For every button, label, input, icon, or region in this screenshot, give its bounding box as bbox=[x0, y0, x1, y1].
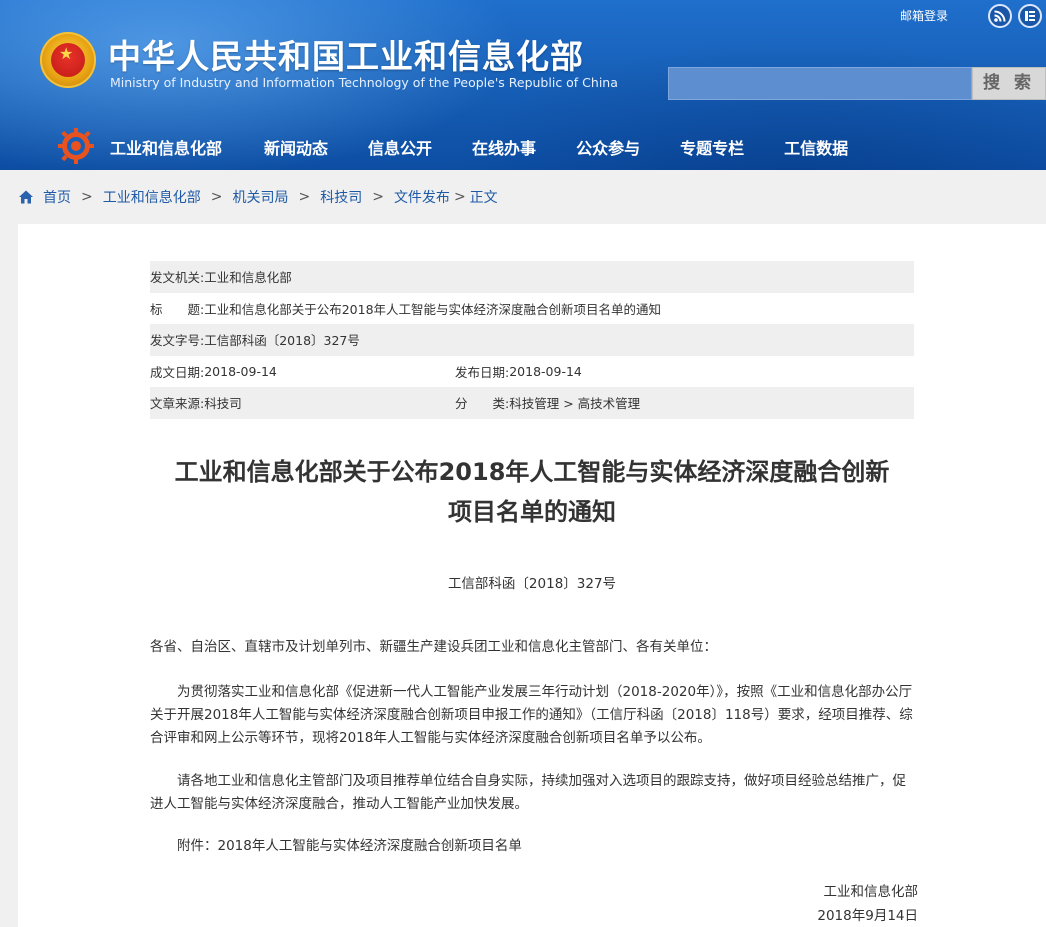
meta-cell-written-date: 成文日期: 2018-09-14 bbox=[150, 362, 455, 381]
nav-item-disclosure[interactable]: 信息公开 bbox=[368, 128, 432, 170]
meta-label: 分 类: bbox=[455, 396, 510, 412]
article-title-line2: 项目名单的通知 bbox=[448, 498, 616, 526]
breadcrumb-separator: > bbox=[81, 189, 93, 205]
meta-issuer: 工业和信息化部 bbox=[204, 270, 292, 286]
breadcrumb-article[interactable]: 正文 bbox=[470, 187, 498, 207]
breadcrumb-separator: > bbox=[210, 189, 223, 205]
mail-login-link[interactable]: 邮箱登录 bbox=[900, 7, 948, 24]
search-button[interactable]: 搜 索 bbox=[972, 67, 1046, 100]
meta-row-title: 标 题: 工业和信息化部关于公布2018年人工智能与实体经济深度融合创新项目名单… bbox=[150, 293, 914, 325]
article-paragraph: 为贯彻落实工业和信息化部《促进新一代人工智能产业发展三年行动计划（2018-20… bbox=[150, 684, 913, 746]
site-subtitle: Ministry of Industry and Information Tec… bbox=[110, 75, 618, 90]
nav-item-data[interactable]: 工信数据 bbox=[784, 128, 848, 170]
weibo-icon-svg bbox=[1025, 11, 1035, 21]
signature-org: 工业和信息化部 bbox=[823, 884, 919, 900]
article-doc-number: 工信部科函〔2018〕327号 bbox=[447, 576, 617, 592]
breadcrumb-separator: > bbox=[453, 189, 466, 205]
meta-label: 标 题: bbox=[150, 301, 205, 317]
main-nav: 工业和信息化部 新闻动态 信息公开 在线办事 公众参与 专题专栏 工信数据 bbox=[110, 128, 888, 170]
rss-icon-svg bbox=[994, 10, 1006, 22]
breadcrumb-departments[interactable]: 机关司局 bbox=[232, 187, 288, 207]
document-metadata: 发文机关: 工业和信息化部 标 题: 工业和信息化部关于公布2018年人工智能与… bbox=[150, 261, 914, 419]
search-input[interactable] bbox=[668, 67, 972, 100]
ministry-logo-icon bbox=[58, 128, 94, 164]
breadcrumb-ministry[interactable]: 工业和信息化部 bbox=[103, 187, 201, 207]
meta-label: 发文字号: bbox=[150, 333, 205, 349]
site-header: ★ 中华人民共和国工业和信息化部 Ministry of Industry an… bbox=[0, 0, 1046, 170]
breadcrumb-documents[interactable]: 文件发布 bbox=[394, 187, 450, 207]
meta-row-issuer: 发文机关: 工业和信息化部 bbox=[150, 261, 914, 293]
article-title: 工业和信息化部关于公布2018年人工智能与实体经济深度融合创新 项目名单的通知 bbox=[128, 452, 936, 532]
meta-label: 成文日期: bbox=[150, 364, 205, 380]
article-title-line1: 工业和信息化部关于公布2018年人工智能与实体经济深度融合创新 bbox=[174, 458, 890, 486]
article-paragraph: 请各地工业和信息化主管部门及项目推荐单位结合自身实际，持续加强对入选项目的跟踪支… bbox=[150, 773, 906, 812]
meta-cell-category: 分 类: 科技管理 > 高技术管理 bbox=[455, 393, 640, 412]
meta-label: 文章来源: bbox=[150, 396, 205, 412]
nav-item-online-service[interactable]: 在线办事 bbox=[472, 128, 536, 170]
meta-doc-no: 工信部科函〔2018〕327号 bbox=[204, 333, 360, 349]
meta-label: 发文机关: bbox=[150, 270, 205, 286]
nav-item-participation[interactable]: 公众参与 bbox=[576, 128, 640, 170]
content-card: 发文机关: 工业和信息化部 标 题: 工业和信息化部关于公布2018年人工智能与… bbox=[18, 224, 1046, 927]
article-salutation: 各省、自治区、直辖市及计划单列市、新疆生产建设兵团工业和信息化主管部门、各有关单… bbox=[150, 639, 717, 655]
nav-item-topics[interactable]: 专题专栏 bbox=[680, 128, 744, 170]
meta-publish-date: 2018-09-14 bbox=[509, 363, 582, 379]
site-title[interactable]: 中华人民共和国工业和信息化部 bbox=[108, 30, 584, 78]
nav-item-ministry[interactable]: 工业和信息化部 bbox=[110, 128, 222, 170]
breadcrumb: 首页 > 工业和信息化部 > 机关司局 > 科技司 > 文件发布 > 正文 bbox=[18, 186, 498, 208]
meta-cell-source: 文章来源: 科技司 bbox=[150, 393, 455, 412]
breadcrumb-tech-dept[interactable]: 科技司 bbox=[320, 187, 362, 207]
national-emblem-icon[interactable]: ★ bbox=[40, 32, 96, 88]
rss-icon[interactable] bbox=[988, 4, 1012, 28]
emblem-star-icon: ★ bbox=[59, 44, 74, 63]
meta-cell-publish-date: 发布日期: 2018-09-14 bbox=[455, 362, 582, 381]
nav-item-news[interactable]: 新闻动态 bbox=[264, 128, 328, 170]
meta-source: 科技司 bbox=[204, 396, 242, 412]
breadcrumb-home[interactable]: 首页 bbox=[43, 187, 71, 207]
meta-row-dates: 成文日期: 2018-09-14 发布日期: 2018-09-14 bbox=[150, 356, 914, 388]
meta-written-date: 2018-09-14 bbox=[204, 363, 277, 379]
meta-label: 发布日期: bbox=[455, 364, 510, 380]
meta-category: 科技管理 > 高技术管理 bbox=[509, 396, 641, 412]
breadcrumb-separator: > bbox=[298, 189, 311, 205]
weibo-icon[interactable] bbox=[1018, 4, 1042, 28]
meta-row-source: 文章来源: 科技司 分 类: 科技管理 > 高技术管理 bbox=[150, 387, 914, 419]
signature-date: 2018年9月14日 bbox=[817, 908, 918, 924]
article-attachment-link[interactable]: 附件：2018年人工智能与实体经济深度融合创新项目名单 bbox=[150, 835, 918, 858]
breadcrumb-separator: > bbox=[372, 189, 384, 205]
meta-title: 工业和信息化部关于公布2018年人工智能与实体经济深度融合创新项目名单的通知 bbox=[204, 301, 662, 317]
home-icon[interactable] bbox=[18, 189, 34, 205]
meta-row-doc-no: 发文字号: 工信部科函〔2018〕327号 bbox=[150, 324, 914, 356]
